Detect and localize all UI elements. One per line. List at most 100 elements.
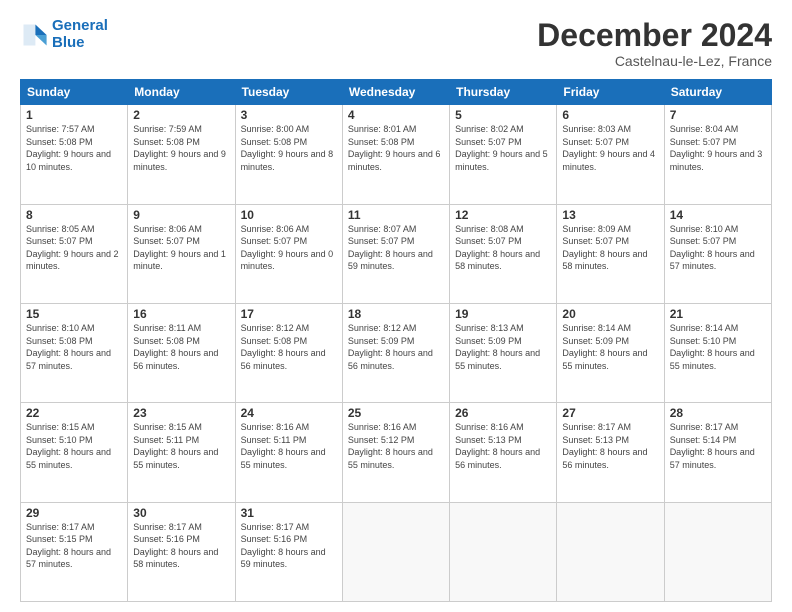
day-number: 23	[133, 406, 229, 420]
day-number: 27	[562, 406, 658, 420]
header: General Blue December 2024 Castelnau-le-…	[20, 18, 772, 69]
day-info: Sunrise: 8:17 AMSunset: 5:14 PMDaylight:…	[670, 421, 766, 471]
day-number: 5	[455, 108, 551, 122]
day-info: Sunrise: 8:00 AMSunset: 5:08 PMDaylight:…	[241, 123, 337, 173]
day-info: Sunrise: 8:14 AMSunset: 5:09 PMDaylight:…	[562, 322, 658, 372]
day-number: 22	[26, 406, 122, 420]
calendar-cell: 22Sunrise: 8:15 AMSunset: 5:10 PMDayligh…	[21, 403, 128, 502]
calendar-cell: 7Sunrise: 8:04 AMSunset: 5:07 PMDaylight…	[664, 105, 771, 204]
day-info: Sunrise: 8:06 AMSunset: 5:07 PMDaylight:…	[133, 223, 229, 273]
day-info: Sunrise: 8:02 AMSunset: 5:07 PMDaylight:…	[455, 123, 551, 173]
calendar-cell: 23Sunrise: 8:15 AMSunset: 5:11 PMDayligh…	[128, 403, 235, 502]
page: General Blue December 2024 Castelnau-le-…	[0, 0, 792, 612]
day-info: Sunrise: 8:13 AMSunset: 5:09 PMDaylight:…	[455, 322, 551, 372]
calendar-cell: 28Sunrise: 8:17 AMSunset: 5:14 PMDayligh…	[664, 403, 771, 502]
day-info: Sunrise: 8:16 AMSunset: 5:12 PMDaylight:…	[348, 421, 444, 471]
day-number: 19	[455, 307, 551, 321]
day-info: Sunrise: 8:08 AMSunset: 5:07 PMDaylight:…	[455, 223, 551, 273]
calendar-cell: 29Sunrise: 8:17 AMSunset: 5:15 PMDayligh…	[21, 502, 128, 601]
day-number: 15	[26, 307, 122, 321]
calendar-cell: 26Sunrise: 8:16 AMSunset: 5:13 PMDayligh…	[450, 403, 557, 502]
day-number: 14	[670, 208, 766, 222]
day-info: Sunrise: 8:17 AMSunset: 5:16 PMDaylight:…	[241, 521, 337, 571]
weekday-header: Wednesday	[342, 80, 449, 105]
day-info: Sunrise: 8:03 AMSunset: 5:07 PMDaylight:…	[562, 123, 658, 173]
weekday-header: Saturday	[664, 80, 771, 105]
calendar-cell	[557, 502, 664, 601]
day-info: Sunrise: 8:07 AMSunset: 5:07 PMDaylight:…	[348, 223, 444, 273]
calendar-cell: 21Sunrise: 8:14 AMSunset: 5:10 PMDayligh…	[664, 303, 771, 402]
day-info: Sunrise: 8:17 AMSunset: 5:16 PMDaylight:…	[133, 521, 229, 571]
calendar-cell: 25Sunrise: 8:16 AMSunset: 5:12 PMDayligh…	[342, 403, 449, 502]
calendar-cell: 19Sunrise: 8:13 AMSunset: 5:09 PMDayligh…	[450, 303, 557, 402]
day-number: 3	[241, 108, 337, 122]
logo: General Blue	[20, 18, 108, 51]
day-info: Sunrise: 8:01 AMSunset: 5:08 PMDaylight:…	[348, 123, 444, 173]
calendar-cell: 20Sunrise: 8:14 AMSunset: 5:09 PMDayligh…	[557, 303, 664, 402]
day-info: Sunrise: 8:15 AMSunset: 5:10 PMDaylight:…	[26, 421, 122, 471]
day-number: 20	[562, 307, 658, 321]
day-info: Sunrise: 8:05 AMSunset: 5:07 PMDaylight:…	[26, 223, 122, 273]
day-number: 2	[133, 108, 229, 122]
weekday-header: Tuesday	[235, 80, 342, 105]
day-number: 17	[241, 307, 337, 321]
weekday-header: Thursday	[450, 80, 557, 105]
calendar-table: SundayMondayTuesdayWednesdayThursdayFrid…	[20, 79, 772, 602]
location-subtitle: Castelnau-le-Lez, France	[537, 53, 772, 69]
day-number: 11	[348, 208, 444, 222]
day-number: 7	[670, 108, 766, 122]
calendar-cell: 3Sunrise: 8:00 AMSunset: 5:08 PMDaylight…	[235, 105, 342, 204]
calendar-cell: 9Sunrise: 8:06 AMSunset: 5:07 PMDaylight…	[128, 204, 235, 303]
day-info: Sunrise: 8:12 AMSunset: 5:08 PMDaylight:…	[241, 322, 337, 372]
calendar-cell: 17Sunrise: 8:12 AMSunset: 5:08 PMDayligh…	[235, 303, 342, 402]
day-number: 9	[133, 208, 229, 222]
weekday-header: Sunday	[21, 80, 128, 105]
calendar-cell: 13Sunrise: 8:09 AMSunset: 5:07 PMDayligh…	[557, 204, 664, 303]
day-info: Sunrise: 7:57 AMSunset: 5:08 PMDaylight:…	[26, 123, 122, 173]
day-info: Sunrise: 8:10 AMSunset: 5:08 PMDaylight:…	[26, 322, 122, 372]
day-info: Sunrise: 8:16 AMSunset: 5:11 PMDaylight:…	[241, 421, 337, 471]
logo-text: General Blue	[52, 18, 108, 51]
day-number: 21	[670, 307, 766, 321]
calendar-cell: 4Sunrise: 8:01 AMSunset: 5:08 PMDaylight…	[342, 105, 449, 204]
logo-line2: Blue	[52, 35, 108, 52]
day-number: 10	[241, 208, 337, 222]
day-info: Sunrise: 8:06 AMSunset: 5:07 PMDaylight:…	[241, 223, 337, 273]
day-number: 26	[455, 406, 551, 420]
day-info: Sunrise: 8:14 AMSunset: 5:10 PMDaylight:…	[670, 322, 766, 372]
day-number: 29	[26, 506, 122, 520]
day-number: 12	[455, 208, 551, 222]
day-info: Sunrise: 7:59 AMSunset: 5:08 PMDaylight:…	[133, 123, 229, 173]
day-number: 28	[670, 406, 766, 420]
calendar-cell: 6Sunrise: 8:03 AMSunset: 5:07 PMDaylight…	[557, 105, 664, 204]
calendar-cell	[450, 502, 557, 601]
day-number: 13	[562, 208, 658, 222]
day-info: Sunrise: 8:17 AMSunset: 5:13 PMDaylight:…	[562, 421, 658, 471]
calendar-cell: 31Sunrise: 8:17 AMSunset: 5:16 PMDayligh…	[235, 502, 342, 601]
day-info: Sunrise: 8:11 AMSunset: 5:08 PMDaylight:…	[133, 322, 229, 372]
month-title: December 2024	[537, 18, 772, 53]
day-info: Sunrise: 8:17 AMSunset: 5:15 PMDaylight:…	[26, 521, 122, 571]
title-area: December 2024 Castelnau-le-Lez, France	[537, 18, 772, 69]
calendar-cell: 1Sunrise: 7:57 AMSunset: 5:08 PMDaylight…	[21, 105, 128, 204]
calendar-cell	[342, 502, 449, 601]
calendar-cell: 15Sunrise: 8:10 AMSunset: 5:08 PMDayligh…	[21, 303, 128, 402]
calendar-cell: 10Sunrise: 8:06 AMSunset: 5:07 PMDayligh…	[235, 204, 342, 303]
day-info: Sunrise: 8:10 AMSunset: 5:07 PMDaylight:…	[670, 223, 766, 273]
logo-icon	[20, 21, 48, 49]
calendar-cell: 14Sunrise: 8:10 AMSunset: 5:07 PMDayligh…	[664, 204, 771, 303]
weekday-header: Monday	[128, 80, 235, 105]
day-number: 6	[562, 108, 658, 122]
calendar-cell: 8Sunrise: 8:05 AMSunset: 5:07 PMDaylight…	[21, 204, 128, 303]
day-info: Sunrise: 8:15 AMSunset: 5:11 PMDaylight:…	[133, 421, 229, 471]
calendar-cell: 5Sunrise: 8:02 AMSunset: 5:07 PMDaylight…	[450, 105, 557, 204]
calendar-cell: 2Sunrise: 7:59 AMSunset: 5:08 PMDaylight…	[128, 105, 235, 204]
day-info: Sunrise: 8:12 AMSunset: 5:09 PMDaylight:…	[348, 322, 444, 372]
day-info: Sunrise: 8:09 AMSunset: 5:07 PMDaylight:…	[562, 223, 658, 273]
calendar-cell: 30Sunrise: 8:17 AMSunset: 5:16 PMDayligh…	[128, 502, 235, 601]
day-number: 16	[133, 307, 229, 321]
day-number: 31	[241, 506, 337, 520]
day-number: 24	[241, 406, 337, 420]
calendar-cell: 24Sunrise: 8:16 AMSunset: 5:11 PMDayligh…	[235, 403, 342, 502]
calendar-cell: 27Sunrise: 8:17 AMSunset: 5:13 PMDayligh…	[557, 403, 664, 502]
